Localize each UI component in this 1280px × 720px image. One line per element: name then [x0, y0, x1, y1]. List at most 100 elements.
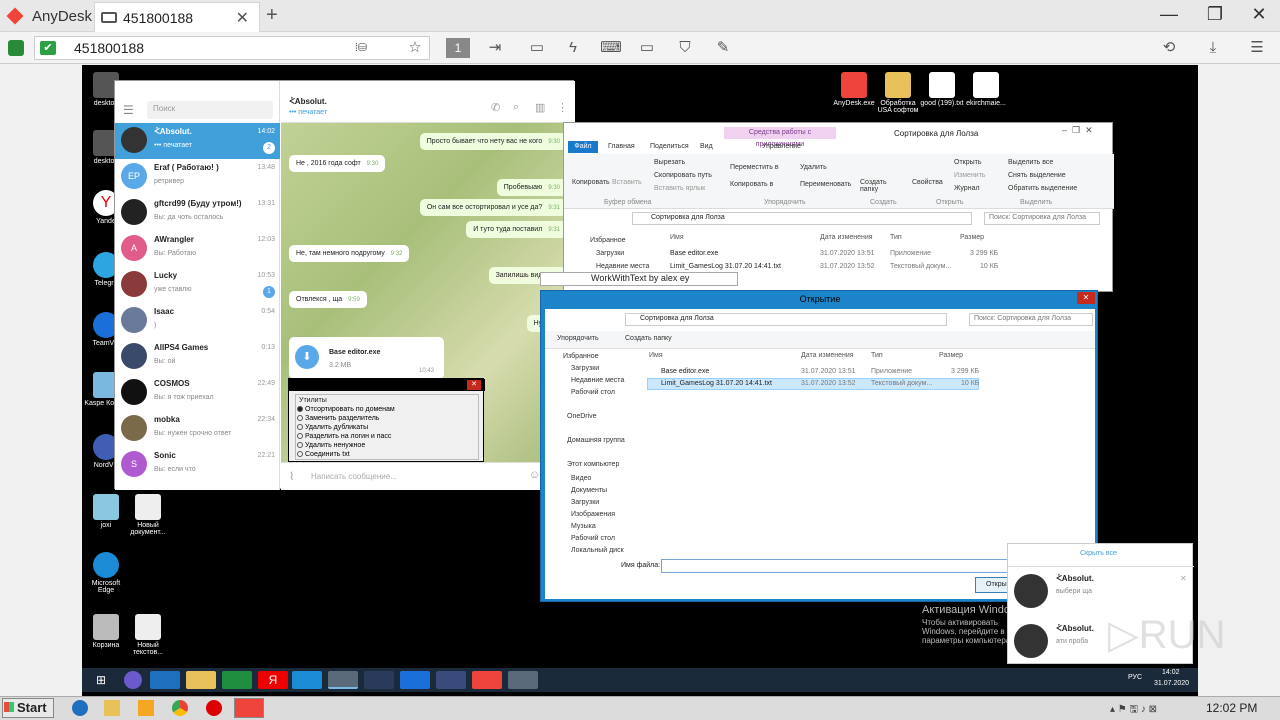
radio-button[interactable]	[297, 406, 303, 413]
radio-button[interactable]	[297, 451, 303, 458]
folder-icon[interactable]: Обработка USA софтом	[876, 72, 920, 114]
cut-button[interactable]: Вырезать	[654, 159, 685, 166]
workwithtext-titlebar[interactable]: WorkWithText by alex ey	[540, 272, 738, 286]
keyboard-icon[interactable]: ⌨	[600, 38, 622, 58]
col-size[interactable]: Размер	[939, 352, 963, 359]
nav-item[interactable]: Локальный диск	[571, 547, 624, 554]
new-document-icon[interactable]: Новый документ...	[126, 494, 170, 536]
attach-icon[interactable]: ⌇	[289, 470, 294, 483]
favorite-star-icon[interactable]: ☆	[404, 38, 426, 58]
radio-button[interactable]	[297, 442, 303, 449]
file-name[interactable]: Limit_GamesLog 31.07.20 14:41.txt	[661, 380, 772, 387]
app-taskbar-icon[interactable]	[508, 671, 538, 689]
file-message[interactable]: ⬇ Base editor.exe 3.2 MB 10:43	[289, 337, 444, 379]
message-bubble[interactable]: Пробевыаю 9:30	[496, 179, 567, 196]
joxi-icon[interactable]: joxi	[84, 494, 128, 529]
minimize-button[interactable]: —	[1154, 4, 1184, 25]
radio-option[interactable]: Отсортировать по доменам	[297, 406, 395, 413]
message-bubble[interactable]: Он сам всe остортировал и усе да? 9:31	[419, 199, 567, 216]
nav-favorites[interactable]: Избранное	[590, 237, 625, 244]
history-icon[interactable]: ⟲	[1158, 38, 1180, 58]
text-file-icon[interactable]: good (199).txt	[920, 72, 964, 107]
hamburger-menu-icon[interactable]: ☰	[123, 103, 134, 117]
nav-item[interactable]: Загрузки	[571, 499, 599, 506]
radio-option[interactable]: Удалить ненужное	[297, 442, 365, 449]
radio-button[interactable]	[297, 415, 303, 422]
nav-item[interactable]: Недавние места	[571, 377, 624, 384]
explorer-taskbar-icon[interactable]	[104, 700, 120, 716]
new-tab-button[interactable]: +	[266, 4, 278, 27]
col-name[interactable]: Имя	[649, 352, 663, 359]
search-icon[interactable]: ⌕	[513, 101, 519, 114]
nav-item[interactable]: Музыка	[571, 523, 596, 530]
recycle-bin-icon[interactable]: Корзина	[84, 614, 128, 649]
radio-option[interactable]: Соединить txt	[297, 451, 350, 458]
more-icon[interactable]: ⋮	[557, 101, 568, 114]
anydesk-exe-icon[interactable]: AnyDesk.exe	[832, 72, 876, 107]
message-bubble[interactable]: Не , 2016 года софт 9:30	[289, 155, 386, 172]
nav-recent[interactable]: Недавние места	[596, 263, 649, 270]
opera-icon[interactable]	[206, 700, 222, 716]
chat-item[interactable]: EP Eraf ( Работаю! ) ретривер 13:48	[115, 159, 280, 195]
paste-shortcut-button[interactable]: Вставить ярлык	[654, 185, 705, 192]
tray-time[interactable]: 14:02	[1162, 669, 1180, 676]
path-bar[interactable]: Сортировка для Лолза	[632, 212, 972, 225]
search-box[interactable]: Поиск: Сортировка для Лолза	[984, 212, 1100, 225]
emoji-icon[interactable]: ☺	[529, 469, 540, 481]
nav-item[interactable]: Домашняя группа	[567, 437, 625, 444]
edge-icon[interactable]: Microsoft Edge	[84, 552, 128, 594]
media-player-icon[interactable]	[138, 700, 154, 716]
col-date[interactable]: Дата изменения	[820, 234, 873, 241]
radio-option[interactable]: Заменить разделитель	[297, 415, 379, 422]
hide-all-link[interactable]: Скрыть все	[1080, 550, 1117, 557]
file-tab[interactable]: Файл	[568, 141, 598, 153]
radio-button[interactable]	[297, 424, 303, 431]
open-button[interactable]: Открыть	[954, 159, 982, 166]
cortana-icon[interactable]	[124, 671, 142, 689]
language-indicator[interactable]: РУС	[1128, 674, 1142, 681]
nav-item[interactable]: Рабочий стол	[571, 389, 615, 396]
privacy-icon[interactable]: ⁞⛁	[350, 38, 372, 58]
message-bubble[interactable]: Не, там немного подругому 9:32	[289, 245, 410, 262]
ie-taskbar-icon[interactable]	[72, 700, 88, 716]
chat-item[interactable]: AllPS4 Games Вы: ой 0:13	[115, 339, 280, 375]
permissions-shield-icon[interactable]: ⛉	[674, 38, 696, 58]
nav-item[interactable]: OneDrive	[567, 413, 597, 420]
nav-item[interactable]: Загрузки	[571, 365, 599, 372]
anydesk-host-taskbar-icon[interactable]	[234, 698, 264, 718]
chat-item[interactable]: S Sonic Вы: если что 22:21	[115, 447, 280, 483]
text-file-icon[interactable]: ekirchmaie...	[964, 72, 1008, 107]
message-bubble[interactable]: Просто бывает что нету вас не кого 9:30	[419, 133, 567, 150]
new-text-file-icon[interactable]: Новый текстов...	[126, 614, 170, 656]
radio-button[interactable]	[297, 433, 303, 440]
chat-item[interactable]: mobka Вы: нужен срочно ответ 22:34	[115, 411, 280, 447]
new-folder-button[interactable]: Создать папку	[625, 335, 672, 342]
nav-item[interactable]: Избранное	[563, 353, 598, 360]
close-tab-icon[interactable]: ✕	[236, 8, 249, 28]
file-name[interactable]: Base editor.exe	[661, 368, 709, 375]
address-value[interactable]: 451800188	[74, 40, 144, 56]
chat-item[interactable]: ᢵAbsolut. ••• печатает 14:02 2	[115, 123, 280, 159]
organize-button[interactable]: Упорядочить	[557, 335, 599, 342]
file-name[interactable]: Base editor.exe	[670, 250, 718, 257]
edit-button[interactable]: Изменить	[954, 172, 986, 179]
chat-item[interactable]: gftcrd99 (Буду утром!) Вы: да чоть остал…	[115, 195, 280, 231]
display-1-button[interactable]: 1	[446, 38, 470, 58]
radio-option[interactable]: Разделить на логин и пасс	[297, 433, 391, 440]
download-icon[interactable]: ⬇	[295, 345, 319, 369]
path-bar[interactable]: Сортировка для Лолза	[625, 313, 947, 326]
nav-downloads[interactable]: Загрузки	[596, 250, 624, 257]
telegram-taskbar-icon[interactable]	[328, 671, 358, 689]
file-name[interactable]: Limit_GamesLog 31.07.20 14:41.txt	[670, 263, 781, 270]
col-size[interactable]: Размер	[960, 234, 984, 241]
copy-path-button[interactable]: Скопировать путь	[654, 172, 712, 179]
chrome-icon[interactable]	[172, 700, 188, 716]
sidebar-toggle-icon[interactable]: ▥	[535, 101, 545, 114]
select-none-button[interactable]: Снять выделение	[1008, 172, 1066, 179]
download-icon[interactable]: ⤓	[1202, 38, 1224, 58]
explorer-icon[interactable]	[186, 671, 216, 689]
nordvpn-taskbar-icon[interactable]	[364, 671, 394, 689]
paste-button[interactable]: Вставить	[612, 179, 642, 186]
history-button[interactable]: Журнал	[954, 185, 980, 192]
maximize-button[interactable]: ❐	[1200, 4, 1230, 25]
